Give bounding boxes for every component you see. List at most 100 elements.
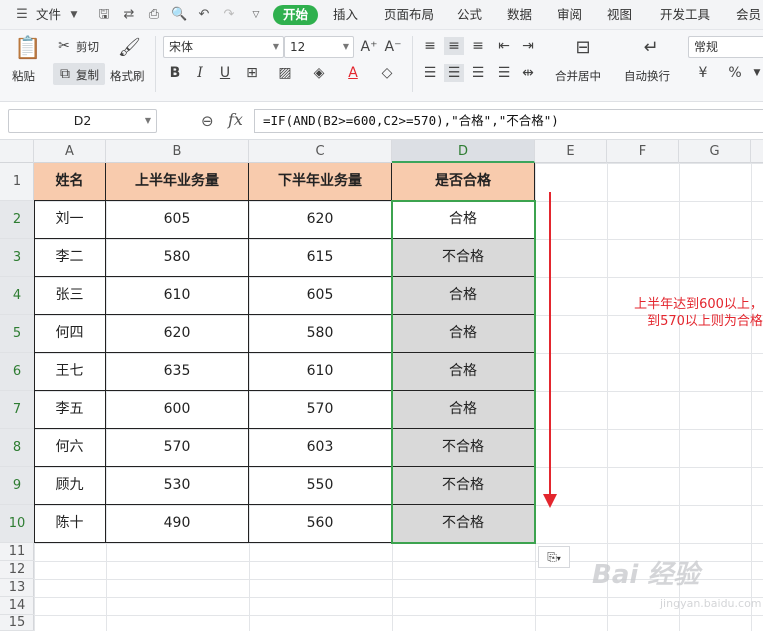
scissors-icon[interactable]: ✂ xyxy=(55,37,73,55)
align-center-icon[interactable]: ☰ xyxy=(444,64,464,82)
indent-decrease-icon[interactable]: ⇤ xyxy=(494,37,514,55)
tab-formulas[interactable]: 公式 xyxy=(457,5,482,25)
column-header-c[interactable]: C xyxy=(249,140,392,163)
row-header-10[interactable]: 10 xyxy=(0,505,34,543)
result-cell[interactable]: 合格 xyxy=(392,277,535,315)
format-painter-button[interactable]: 格式刷 xyxy=(110,68,145,84)
table-cell[interactable]: 580 xyxy=(249,315,392,353)
row-header-14[interactable]: 14 xyxy=(0,597,34,615)
align-bottom-icon[interactable]: ≡ xyxy=(468,37,488,55)
formula-input[interactable]: =IF(AND(B2>=600,C2>=570),"合格","不合格") xyxy=(254,109,763,133)
table-cell[interactable]: 570 xyxy=(249,391,392,429)
row-header-12[interactable]: 12 xyxy=(0,561,34,579)
customize-toolbar-icon[interactable]: ▽ xyxy=(248,7,264,23)
result-cell[interactable]: 合格 xyxy=(392,353,535,391)
bold-icon[interactable]: B xyxy=(166,64,184,82)
table-cell[interactable]: 何六 xyxy=(34,429,106,467)
row-header-15[interactable]: 15 xyxy=(0,615,34,631)
result-cell[interactable]: 合格 xyxy=(392,315,535,353)
underline-icon[interactable]: U xyxy=(216,64,234,82)
merge-cells-icon[interactable]: ⊟ xyxy=(569,36,597,60)
row-header-9[interactable]: 9 xyxy=(0,467,34,505)
paste-options-button[interactable]: ⎘▾ xyxy=(538,546,570,568)
tab-insert[interactable]: 插入 xyxy=(333,5,358,25)
currency-format-button[interactable]: ¥ xyxy=(692,64,714,82)
row-header-13[interactable]: 13 xyxy=(0,579,34,597)
redo-icon[interactable]: ↷ xyxy=(221,7,237,23)
save-icon[interactable]: 🖫 xyxy=(96,7,112,23)
result-cell[interactable]: 不合格 xyxy=(392,505,535,543)
percent-format-button[interactable]: % xyxy=(724,64,746,82)
fill-color-icon[interactable]: ◈ xyxy=(308,64,330,82)
zoom-formula-icon[interactable]: ⊖ xyxy=(201,112,214,130)
result-cell[interactable]: 不合格 xyxy=(392,429,535,467)
justify-icon[interactable]: ☰ xyxy=(494,64,514,82)
table-cell[interactable]: 605 xyxy=(249,277,392,315)
hamburger-icon[interactable]: ☰ xyxy=(14,7,30,23)
font-name-select[interactable]: 宋体 ▼ xyxy=(163,36,284,58)
row-header-8[interactable]: 8 xyxy=(0,429,34,467)
table-cell[interactable]: 610 xyxy=(249,353,392,391)
column-header-f[interactable]: F xyxy=(607,140,679,163)
table-cell[interactable]: 570 xyxy=(106,429,249,467)
name-box[interactable]: D2 ▼ xyxy=(8,109,157,133)
table-header-cell[interactable]: 是否合格 xyxy=(392,163,535,201)
border-icon[interactable]: ⊞ xyxy=(241,64,263,82)
copy-icon[interactable]: ⧉ xyxy=(56,65,74,83)
clear-format-icon[interactable]: ◇ xyxy=(376,64,398,82)
table-header-cell[interactable]: 姓名 xyxy=(34,163,106,201)
column-header-d[interactable]: D xyxy=(392,140,535,163)
table-cell[interactable]: 615 xyxy=(249,239,392,277)
tab-review[interactable]: 审阅 xyxy=(557,5,582,25)
table-cell[interactable]: 李二 xyxy=(34,239,106,277)
tab-member[interactable]: 会员 xyxy=(736,5,761,25)
table-cell[interactable]: 635 xyxy=(106,353,249,391)
print-preview-icon[interactable]: 🔍 xyxy=(171,7,187,23)
cut-button[interactable]: 剪切 xyxy=(76,39,99,55)
tab-data[interactable]: 数据 xyxy=(507,5,532,25)
merge-center-button[interactable]: 合并居中 xyxy=(555,68,601,84)
table-cell[interactable]: 刘一 xyxy=(34,201,106,239)
table-cell[interactable]: 620 xyxy=(106,315,249,353)
undo-icon[interactable]: ↶ xyxy=(196,7,212,23)
paste-button[interactable]: 粘贴 xyxy=(12,68,35,84)
font-size-select[interactable]: 12 ▼ xyxy=(284,36,354,58)
indent-increase-icon[interactable]: ⇥ xyxy=(518,37,538,55)
fill-style-icon[interactable]: ▨ xyxy=(274,64,296,82)
column-header-a[interactable]: A xyxy=(34,140,106,163)
align-left-icon[interactable]: ☰ xyxy=(420,64,440,82)
row-header-1[interactable]: 1 xyxy=(0,163,34,201)
number-format-select[interactable]: 常规 xyxy=(688,36,763,58)
tab-developer[interactable]: 开发工具 xyxy=(660,5,710,25)
table-header-cell[interactable]: 下半年业务量 xyxy=(249,163,392,201)
align-right-icon[interactable]: ☰ xyxy=(468,64,488,82)
table-cell[interactable]: 580 xyxy=(106,239,249,277)
row-header-11[interactable]: 11 xyxy=(0,543,34,561)
row-header-2[interactable]: 2 xyxy=(0,201,34,239)
table-header-cell[interactable]: 上半年业务量 xyxy=(106,163,249,201)
result-cell[interactable]: 不合格 xyxy=(392,239,535,277)
table-cell[interactable]: 600 xyxy=(106,391,249,429)
column-header-b[interactable]: B xyxy=(106,140,249,163)
paste-icon[interactable]: 📋 xyxy=(14,36,41,62)
table-cell[interactable]: 603 xyxy=(249,429,392,467)
table-cell[interactable]: 560 xyxy=(249,505,392,543)
row-header-3[interactable]: 3 xyxy=(0,239,34,277)
tab-page-layout[interactable]: 页面布局 xyxy=(384,5,434,25)
chevron-down-icon[interactable]: ▼ xyxy=(750,64,763,82)
result-cell[interactable]: 合格 xyxy=(392,201,535,239)
table-cell[interactable]: 605 xyxy=(106,201,249,239)
file-menu[interactable]: 文件 xyxy=(36,5,61,25)
export-icon[interactable]: ⇄ xyxy=(121,7,137,23)
table-cell[interactable]: 490 xyxy=(106,505,249,543)
table-cell[interactable]: 李五 xyxy=(34,391,106,429)
table-cell[interactable]: 550 xyxy=(249,467,392,505)
increase-font-icon[interactable]: A⁺ xyxy=(360,38,378,56)
table-cell[interactable]: 顾九 xyxy=(34,467,106,505)
font-color-icon[interactable]: A xyxy=(342,64,364,82)
column-header-e[interactable]: E xyxy=(535,140,607,163)
copy-button[interactable]: 复制 xyxy=(76,67,99,83)
row-header-7[interactable]: 7 xyxy=(0,391,34,429)
table-cell[interactable]: 何四 xyxy=(34,315,106,353)
table-cell[interactable]: 620 xyxy=(249,201,392,239)
